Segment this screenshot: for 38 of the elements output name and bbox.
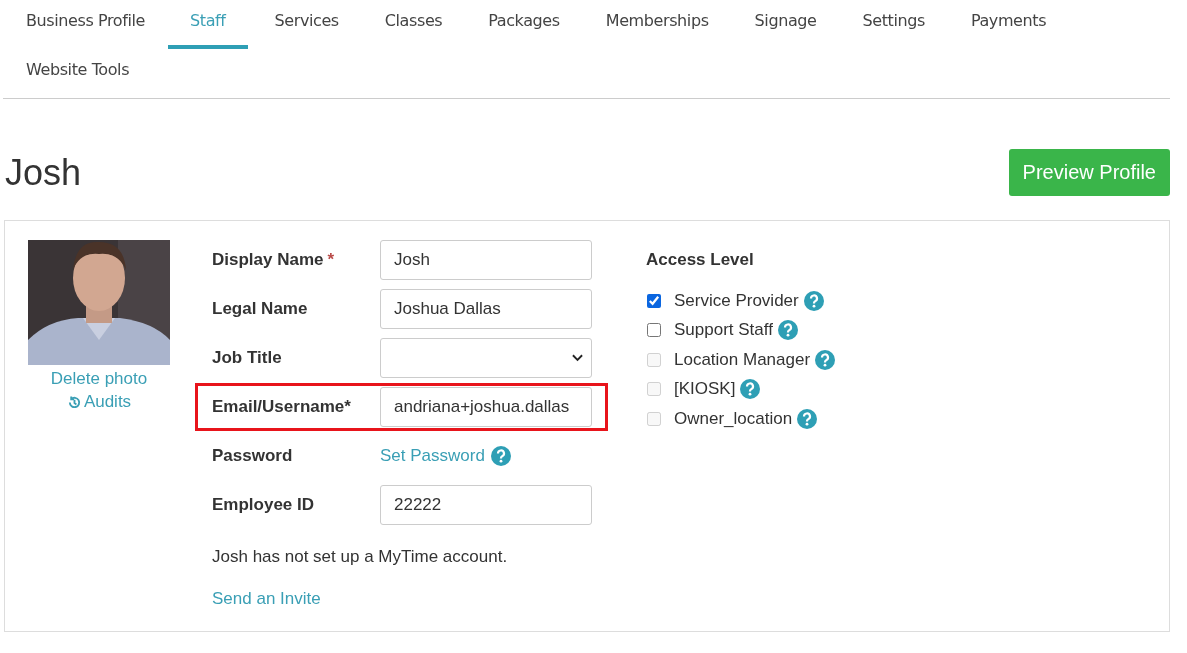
- checkbox-label: Service Provider: [674, 290, 799, 311]
- field-label: Employee ID: [212, 495, 316, 515]
- field-label: Email/Username*: [212, 397, 352, 417]
- select-field[interactable]: [380, 338, 592, 378]
- help-icon[interactable]: [803, 290, 824, 311]
- checkbox-label: Owner_location: [674, 408, 793, 429]
- help-icon[interactable]: [740, 379, 761, 400]
- history-icon: [66, 394, 82, 410]
- nav-tab[interactable]: Settings: [862, 0, 925, 49]
- input-field[interactable]: Joshua Dallas: [380, 289, 592, 329]
- field-label: Legal Name: [212, 299, 309, 319]
- nav-tab[interactable]: Packages: [488, 0, 560, 49]
- field-label: Display Name *: [212, 250, 336, 270]
- input-field[interactable]: andriana+joshua.dallas: [380, 387, 592, 427]
- page-title: Josh: [5, 151, 82, 194]
- section-title: Access Level: [646, 250, 755, 270]
- checkbox-label: Location Manager: [674, 349, 811, 370]
- checkbox-label: [KIOSK]: [674, 379, 736, 400]
- input-field[interactable]: 22222: [380, 485, 592, 525]
- nav-tab[interactable]: Business Profile: [26, 0, 145, 49]
- help-icon[interactable]: [777, 320, 798, 341]
- help-icon[interactable]: [815, 349, 836, 370]
- field-label: Password: [212, 446, 294, 466]
- checkbox[interactable]: [647, 293, 661, 308]
- chevron-down-icon: [572, 354, 583, 362]
- checkbox[interactable]: [647, 323, 661, 338]
- input-field[interactable]: Josh: [380, 240, 592, 280]
- account-note: Josh has not set up a MyTime account.: [212, 547, 509, 567]
- field-label: Job Title: [212, 348, 283, 368]
- nav-tab[interactable]: Payments: [970, 0, 1047, 49]
- nav-tab[interactable]: Classes: [384, 0, 443, 49]
- help-icon[interactable]: [797, 408, 818, 429]
- nav-tab[interactable]: Memberships: [605, 0, 709, 49]
- checkbox-label: Support Staff: [674, 320, 773, 341]
- nav-tab[interactable]: Signage: [754, 0, 817, 49]
- nav-tab[interactable]: Services: [274, 0, 339, 49]
- help-icon[interactable]: [490, 446, 511, 466]
- nav-tab[interactable]: Website Tools: [26, 49, 130, 98]
